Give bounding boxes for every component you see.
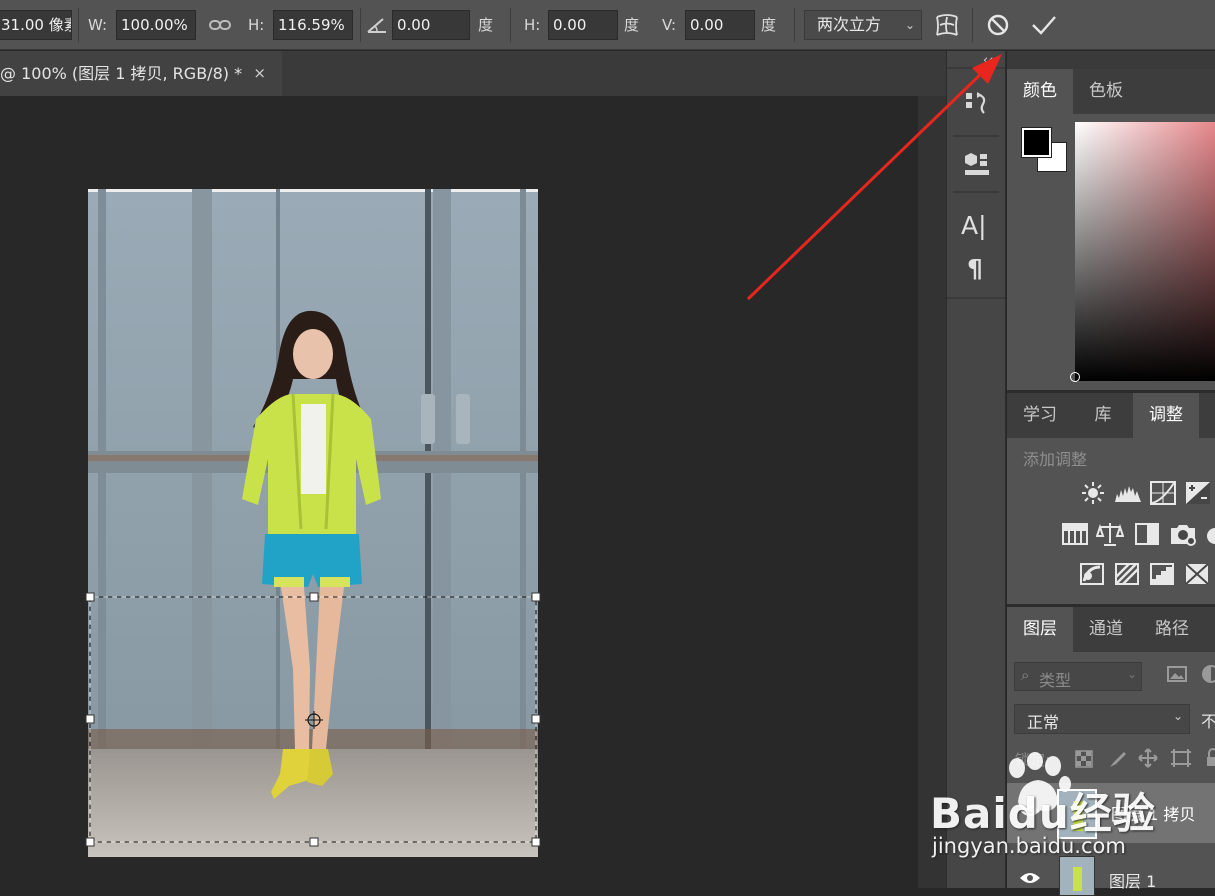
levels-icon[interactable] (1114, 482, 1142, 508)
invert-icon[interactable] (1080, 563, 1104, 589)
tab-learn[interactable]: 学习 (1007, 393, 1073, 438)
blend-mode-value: 正常 (1027, 713, 1060, 732)
transform-handle[interactable] (309, 592, 319, 602)
chevron-down-icon: ⌄ (1172, 709, 1183, 723)
bw-icon[interactable] (1135, 523, 1159, 549)
lock-all-icon[interactable] (1205, 748, 1215, 772)
layer-name[interactable]: 图层 1 (1109, 868, 1156, 892)
add-adjustment-label: 添加调整 (1023, 450, 1088, 469)
brightness-icon[interactable] (1080, 480, 1106, 510)
curves-icon[interactable] (1150, 481, 1176, 509)
exposure-icon[interactable] (1185, 481, 1211, 509)
skew-h-label: H: (524, 16, 541, 34)
skew-h-field[interactable]: 0.00 (548, 10, 618, 40)
divider (972, 8, 973, 42)
tab-swatches[interactable]: 色板 (1073, 69, 1139, 114)
lock-artboard-icon[interactable] (1170, 748, 1192, 772)
angle-field[interactable]: 0.00 (392, 10, 470, 40)
adjustment-filter-icon[interactable] (1201, 665, 1215, 687)
tab-layers[interactable]: 图层 (1007, 607, 1073, 652)
chevron-down-icon: ⌄ (904, 18, 915, 32)
visibility-eye-icon[interactable] (1019, 870, 1041, 889)
threshold-icon[interactable] (1185, 563, 1209, 589)
width-field[interactable]: 100.00% (116, 10, 196, 40)
transform-handle[interactable] (85, 592, 95, 602)
gradient-map-icon[interactable] (1115, 563, 1139, 589)
options-bar: 31.00 像素 W: 100.00% H: 116.59% 0.00 度 H:… (0, 0, 1215, 50)
transform-handle[interactable] (531, 714, 541, 724)
blend-mode-dropdown[interactable]: 正常 ⌄ (1014, 704, 1190, 734)
search-icon: ⌕ (1021, 666, 1030, 684)
document-tab-title: @ 100% (图层 1 拷贝, RGB/8) * (0, 64, 243, 83)
document-tab[interactable]: @ 100% (图层 1 拷贝, RGB/8) * × (0, 51, 282, 96)
angle-unit: 度 (478, 16, 494, 34)
photo-filter-icon[interactable] (1169, 521, 1197, 551)
dock-header (1007, 51, 1215, 69)
vibrance-icon[interactable] (1062, 523, 1088, 549)
tab-paths[interactable]: 路径 (1139, 607, 1205, 652)
transform-handle[interactable] (85, 837, 95, 847)
tab-color[interactable]: 颜色 (1007, 69, 1073, 114)
divider (510, 8, 511, 42)
divider (78, 8, 79, 42)
width-label: W: (88, 16, 108, 34)
skew-v-unit: 度 (761, 16, 777, 34)
tab-channels[interactable]: 通道 (1073, 607, 1139, 652)
channel-mixer-icon[interactable] (1204, 523, 1215, 549)
interpolation-dropdown[interactable]: 两次立方 ⌄ (804, 10, 922, 40)
transform-bounding-box[interactable] (84, 592, 544, 848)
lock-position-icon[interactable] (1138, 748, 1158, 772)
layer-filter-label: 类型 (1039, 671, 1072, 690)
posterize-icon[interactable] (1150, 563, 1174, 589)
color-picker-field[interactable] (1075, 122, 1215, 381)
tab-adjustments[interactable]: 调整 (1133, 393, 1199, 438)
skew-v-label: V: (662, 16, 677, 34)
transform-handle[interactable] (309, 837, 319, 847)
interpolation-value: 两次立方 (817, 15, 882, 34)
watermark-brand: Baidu经验 (930, 789, 1156, 838)
tab-libraries[interactable]: 库 (1073, 393, 1133, 438)
chevron-down-icon: ⌄ (1126, 667, 1137, 681)
opacity-label: 不 (1201, 712, 1215, 731)
color-picker-cursor[interactable] (1070, 372, 1080, 382)
watermark-url: jingyan.baidu.com (932, 834, 1126, 858)
x-position-field[interactable]: 31.00 像素 (0, 10, 72, 40)
adjust-panel-tabs: 学习 库 调整 (1007, 393, 1215, 438)
color-panel-tabs: 颜色 色板 (1007, 69, 1215, 114)
layers-panel-tabs: 图层 通道 路径 (1007, 607, 1215, 652)
transform-handle[interactable] (85, 714, 95, 724)
commit-icon[interactable] (1027, 8, 1061, 42)
balance-icon[interactable] (1095, 521, 1125, 551)
link-icon[interactable] (203, 8, 237, 42)
divider (794, 8, 795, 42)
lock-transparent-icon[interactable] (1075, 750, 1093, 772)
reference-point-icon[interactable] (305, 711, 323, 729)
transform-handle[interactable] (531, 837, 541, 847)
annotation-arrow (746, 54, 1002, 301)
layer-filter-dropdown[interactable]: ⌕ 类型 ⌄ (1014, 662, 1142, 691)
close-icon[interactable]: × (253, 51, 266, 96)
height-label: H: (248, 16, 265, 34)
transform-handle[interactable] (531, 592, 541, 602)
image-filter-icon[interactable] (1167, 665, 1187, 687)
warp-icon[interactable] (930, 8, 964, 42)
lock-pixels-icon[interactable] (1108, 749, 1128, 773)
foreground-color-swatch[interactable] (1021, 127, 1052, 158)
layer-thumbnail (1059, 856, 1095, 896)
angle-icon (360, 8, 394, 42)
cancel-icon[interactable] (981, 8, 1015, 42)
skew-h-unit: 度 (624, 16, 640, 34)
skew-v-field[interactable]: 0.00 (685, 10, 755, 40)
height-field[interactable]: 116.59% (273, 10, 353, 40)
